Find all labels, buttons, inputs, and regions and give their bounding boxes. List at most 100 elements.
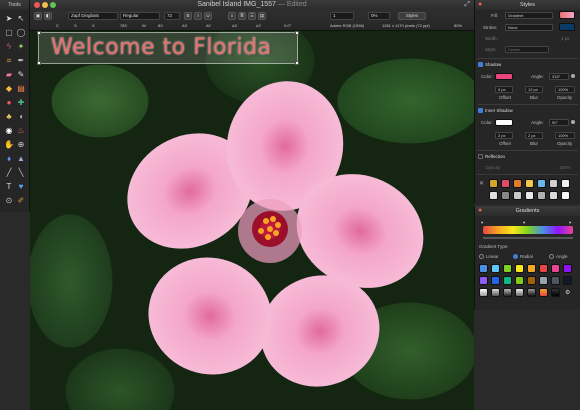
fill-select[interactable]: Gradient: [505, 12, 553, 19]
style-preset[interactable]: [501, 179, 510, 188]
close-icon[interactable]: ●: [478, 0, 482, 10]
gradient-preset[interactable]: [491, 276, 500, 285]
brush-icon[interactable]: ✎: [16, 70, 26, 80]
zoom-icon[interactable]: ⊕: [16, 140, 26, 150]
gradient-preset[interactable]: [503, 288, 512, 297]
bold-button[interactable]: B: [184, 12, 192, 20]
align-center-button[interactable]: ≣: [238, 12, 246, 20]
gradient-preset[interactable]: [527, 288, 536, 297]
style-preset[interactable]: [549, 179, 558, 188]
inner-blur-field[interactable]: 2 px: [525, 132, 543, 139]
inner-angle-field[interactable]: 90°: [549, 119, 569, 126]
shadow-offset-field[interactable]: 0 px: [495, 86, 513, 93]
gradient-preset[interactable]: [503, 276, 512, 285]
angle-radio[interactable]: [549, 254, 554, 259]
shadow-blur-field[interactable]: 12 px: [525, 86, 543, 93]
gradient-preset[interactable]: [551, 288, 560, 297]
sharpen-icon[interactable]: ▲: [16, 154, 26, 164]
styles-button[interactable]: Styles: [398, 12, 426, 20]
text-layer-selection[interactable]: Welcome to Florida: [37, 31, 299, 65]
direct-select-icon[interactable]: ↖: [16, 14, 26, 24]
gradient-stop-icon[interactable]: ▾: [569, 220, 571, 226]
shape-icon[interactable]: ●: [4, 98, 14, 108]
underline-button[interactable]: U: [204, 12, 212, 20]
resize-handle[interactable]: [295, 61, 299, 65]
ellipse-select-icon[interactable]: ◯: [16, 28, 26, 38]
reflection-checkbox[interactable]: [478, 154, 483, 159]
gradient-preset[interactable]: [479, 276, 488, 285]
drop-icon[interactable]: ⬧: [4, 154, 14, 164]
fullscreen-icon[interactable]: ⤢: [464, 1, 470, 9]
text-color-icon[interactable]: ▣: [34, 12, 42, 20]
gradient-preset[interactable]: [527, 276, 536, 285]
justify-button[interactable]: ▤: [258, 12, 266, 20]
gradient-preset[interactable]: [479, 264, 488, 273]
gradient-preset[interactable]: [539, 264, 548, 273]
measure-icon[interactable]: ╲: [16, 168, 26, 178]
style-preset[interactable]: [537, 179, 546, 188]
gradient-preset[interactable]: [563, 276, 572, 285]
gradient-preset[interactable]: [551, 276, 560, 285]
style-preset[interactable]: [501, 191, 510, 200]
inner-color-swatch[interactable]: [495, 119, 513, 126]
gradient-preset[interactable]: [539, 276, 548, 285]
style-preset[interactable]: [549, 191, 558, 200]
fill-swatch[interactable]: [559, 11, 575, 19]
angle-knob[interactable]: [571, 74, 575, 78]
line-icon[interactable]: ╱: [4, 168, 14, 178]
gradient-stop-icon[interactable]: ▾: [481, 220, 483, 226]
text-style-icon[interactable]: ◧: [44, 12, 52, 20]
eye-icon[interactable]: ◉: [4, 126, 14, 136]
linear-radio[interactable]: [479, 254, 484, 259]
shadow-angle-field[interactable]: 315°: [549, 73, 569, 80]
style-preset[interactable]: [489, 191, 498, 200]
style-select[interactable]: Center: [505, 46, 549, 53]
gradient-preset[interactable]: [491, 264, 500, 273]
style-preset[interactable]: [513, 179, 522, 188]
gradient-preset[interactable]: [539, 288, 548, 297]
gradient-preset[interactable]: [515, 288, 524, 297]
hand-icon[interactable]: ✋: [4, 140, 14, 150]
heart-shape-icon[interactable]: ♥: [16, 182, 26, 192]
resize-handle[interactable]: [295, 31, 299, 35]
gradient-bar[interactable]: [483, 226, 573, 234]
italic-button[interactable]: I: [194, 12, 202, 20]
eraser-icon[interactable]: ▰: [4, 70, 14, 80]
inner-shadow-checkbox[interactable]: [478, 108, 483, 113]
pen-icon[interactable]: ✒: [16, 56, 26, 66]
resize-handle[interactable]: [37, 31, 41, 35]
image-canvas[interactable]: Welcome to Florida: [30, 31, 474, 410]
gradient-preset[interactable]: [479, 288, 488, 297]
lasso-icon[interactable]: ϟ: [4, 42, 14, 52]
style-preset[interactable]: [489, 179, 498, 188]
font-family-select[interactable]: Zapf Dingbats: [68, 12, 118, 20]
style-preset[interactable]: [513, 191, 522, 200]
rect-select-icon[interactable]: ▢: [4, 28, 14, 38]
blur-icon[interactable]: ◖: [16, 112, 26, 122]
radial-radio[interactable]: [513, 254, 518, 259]
inner-opacity-field[interactable]: 100%: [555, 132, 575, 139]
smudge-icon[interactable]: ♣: [4, 112, 14, 122]
gradient-preset[interactable]: [551, 264, 560, 273]
shadow-color-swatch[interactable]: [495, 73, 513, 80]
no-style-icon[interactable]: ✕: [479, 180, 484, 187]
paragraph-field[interactable]: 1: [330, 12, 354, 20]
clone-icon[interactable]: ✚: [16, 98, 26, 108]
font-size-field[interactable]: 72: [164, 12, 180, 20]
paint-bucket-icon[interactable]: ◆: [4, 84, 14, 94]
gradient-preset[interactable]: [503, 264, 512, 273]
gradient-preset[interactable]: [515, 264, 524, 273]
stroke-swatch[interactable]: [559, 23, 575, 31]
magic-wand-icon[interactable]: ✦: [16, 42, 26, 52]
gear-icon[interactable]: ⚙: [565, 289, 570, 296]
crop-icon[interactable]: ⌗: [4, 56, 14, 66]
style-preset[interactable]: [525, 191, 534, 200]
stroke-select[interactable]: None: [505, 24, 553, 31]
shadow-checkbox[interactable]: [478, 62, 483, 67]
gradient-preset[interactable]: [527, 264, 536, 273]
style-preset[interactable]: [525, 179, 534, 188]
resize-handle[interactable]: [37, 61, 41, 65]
gradient-stop-icon[interactable]: ▾: [523, 220, 525, 226]
gradient-preset[interactable]: [491, 288, 500, 297]
stamp-icon[interactable]: ⊙: [4, 196, 14, 206]
